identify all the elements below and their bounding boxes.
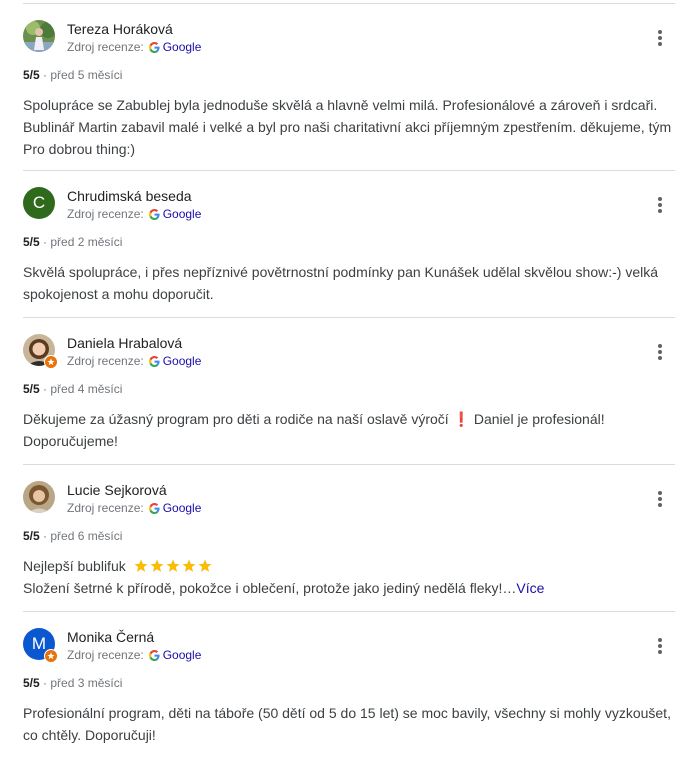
avatar[interactable]: M <box>23 628 58 663</box>
separator: · <box>43 382 48 396</box>
source-label: Zdroj recenze: <box>67 40 144 54</box>
star-icon <box>134 559 148 572</box>
separator: · <box>43 235 48 249</box>
separator: · <box>43 529 48 543</box>
rating-line: 5/5 · před 6 měsíci <box>23 529 122 543</box>
review-time: před 6 měsíci <box>50 529 123 543</box>
rating-line: 5/5 · před 5 měsíci <box>23 68 122 82</box>
star-icon <box>47 652 55 660</box>
rating-line: 5/5 · před 2 měsíci <box>23 235 122 249</box>
local-guide-badge-icon <box>44 355 58 369</box>
reviewer-name[interactable]: Tereza Horáková <box>67 21 173 37</box>
more-options-button[interactable] <box>655 195 665 215</box>
more-vert-icon <box>658 30 662 34</box>
review-source: Zdroj recenze: Google <box>67 501 201 515</box>
star-icon <box>166 559 180 572</box>
rating-score: 5/5 <box>23 676 40 690</box>
avatar[interactable] <box>23 481 55 513</box>
separator: · <box>43 68 48 82</box>
review-text: Profesionální program, děti na táboře (5… <box>23 705 671 743</box>
review-text: Nejlepší bublifuk Složení šetrné k příro… <box>23 555 675 599</box>
rating-score: 5/5 <box>23 529 40 543</box>
google-g-icon <box>148 41 160 53</box>
review-source: Zdroj recenze: Google <box>67 40 201 54</box>
review-text: Skvělá spolupráce, i přes nepříznivé pov… <box>23 264 659 302</box>
more-options-button[interactable] <box>655 342 665 362</box>
source-google-link[interactable]: Google <box>163 40 202 54</box>
review-card: C Chrudimská beseda Zdroj recenze: Googl… <box>23 170 675 318</box>
source-google-link[interactable]: Google <box>163 648 202 662</box>
review-text-line: Nejlepší bublifuk <box>23 558 126 574</box>
more-vert-icon <box>658 197 662 201</box>
review-time: před 4 měsíci <box>50 382 123 396</box>
review-time: před 5 měsíci <box>50 68 123 82</box>
review-card: Lucie Sejkorová Zdroj recenze: Google 5/… <box>23 464 675 612</box>
review-card: M Monika Černá Zdroj recenze: Google 5/5… <box>23 611 675 758</box>
more-vert-icon <box>658 638 662 642</box>
google-g-icon <box>148 355 160 367</box>
star-icon <box>47 358 55 366</box>
more-vert-icon <box>658 344 662 348</box>
reviewer-name[interactable]: Chrudimská beseda <box>67 188 192 204</box>
review-text-line: Složení šetrné k přírodě, pokožce i oble… <box>23 580 517 596</box>
reviewer-name[interactable]: Lucie Sejkorová <box>67 482 167 498</box>
avatar[interactable] <box>23 20 55 52</box>
reviewer-name[interactable]: Daniela Hrabalová <box>67 335 182 351</box>
source-google-link[interactable]: Google <box>163 501 202 515</box>
more-options-button[interactable] <box>655 636 665 656</box>
separator: · <box>43 676 48 690</box>
avatar-letter: C <box>23 187 55 219</box>
review-card: Daniela Hrabalová Zdroj recenze: Google … <box>23 317 675 465</box>
review-source: Zdroj recenze: Google <box>67 207 201 221</box>
star-icon <box>198 559 212 572</box>
more-options-button[interactable] <box>655 28 665 48</box>
review-time: před 2 měsíci <box>50 235 123 249</box>
rating-line: 5/5 · před 3 měsíci <box>23 676 122 690</box>
rating-score: 5/5 <box>23 68 40 82</box>
rating-score: 5/5 <box>23 235 40 249</box>
star-icon <box>150 559 164 572</box>
review-source: Zdroj recenze: Google <box>67 354 201 368</box>
avatar[interactable]: C <box>23 187 55 219</box>
google-g-icon <box>148 502 160 514</box>
avatar[interactable] <box>23 334 58 369</box>
source-label: Zdroj recenze: <box>67 354 144 368</box>
avatar-photo <box>23 481 55 513</box>
more-link[interactable]: Více <box>516 580 544 596</box>
more-options-button[interactable] <box>655 489 665 509</box>
review-text: Spolupráce se Zabublej byla jednoduše sk… <box>23 97 672 157</box>
rating-line: 5/5 · před 4 měsíci <box>23 382 122 396</box>
reviewer-name[interactable]: Monika Černá <box>67 629 154 645</box>
google-g-icon <box>148 649 160 661</box>
local-guide-badge-icon <box>44 649 58 663</box>
rating-score: 5/5 <box>23 382 40 396</box>
review-card: Tereza Horáková Zdroj recenze: Google 5/… <box>23 3 675 171</box>
review-text: Děkujeme za úžasný program pro děti a ro… <box>23 411 605 449</box>
review-time: před 3 měsíci <box>50 676 123 690</box>
source-label: Zdroj recenze: <box>67 648 144 662</box>
star-icon <box>182 559 196 572</box>
review-source: Zdroj recenze: Google <box>67 648 201 662</box>
avatar-photo <box>23 20 55 52</box>
google-g-icon <box>148 208 160 220</box>
star-emojis <box>134 559 212 573</box>
source-google-link[interactable]: Google <box>163 207 202 221</box>
source-label: Zdroj recenze: <box>67 501 144 515</box>
source-label: Zdroj recenze: <box>67 207 144 221</box>
source-google-link[interactable]: Google <box>163 354 202 368</box>
more-vert-icon <box>658 491 662 495</box>
